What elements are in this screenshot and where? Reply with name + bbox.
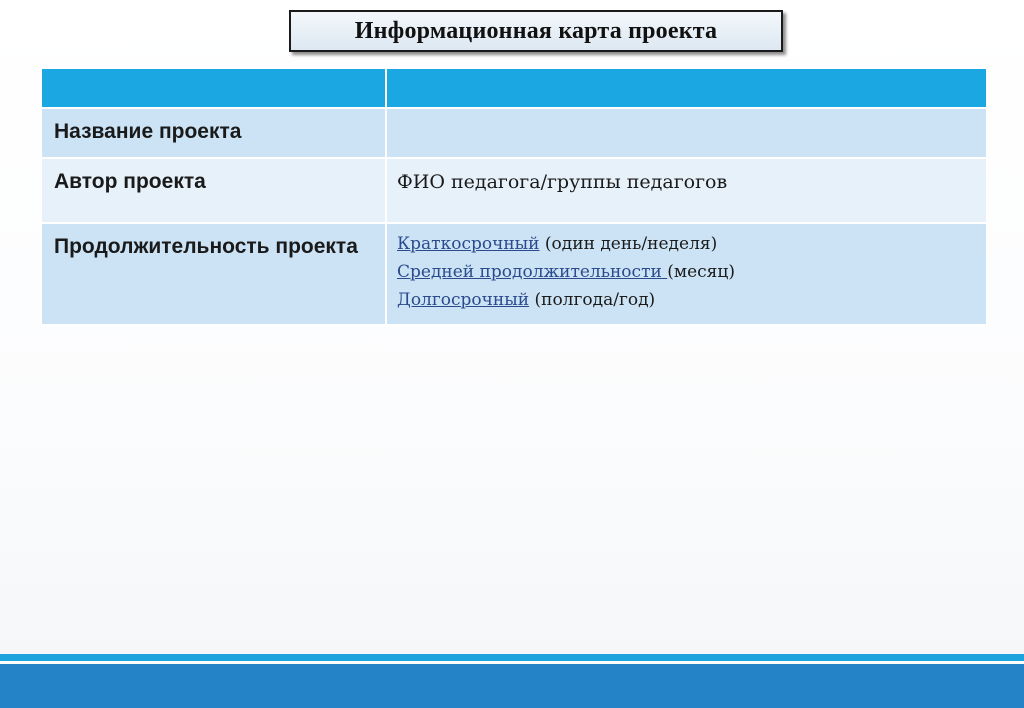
footer-bar xyxy=(0,654,1024,708)
title-box: Информационная карта проекта xyxy=(289,10,783,52)
footer-stripe-top xyxy=(0,654,1024,661)
project-duration-label: Продолжительность проекта xyxy=(54,235,358,258)
table-cell-value: ФИО педагога/группы педагогов xyxy=(385,157,988,224)
duration-link-short[interactable]: Краткосрочный xyxy=(397,234,540,254)
duration-note-long: (полгода/год) xyxy=(529,290,656,310)
duration-note-medium: (месяц) xyxy=(667,262,735,282)
project-author-value: ФИО педагога/группы педагогов xyxy=(397,171,728,193)
footer-stripe-main xyxy=(0,664,1024,708)
duration-option-medium: Средней продолжительности (месяц) xyxy=(397,258,976,286)
duration-option-short: Краткосрочный (один день/неделя) xyxy=(397,230,976,258)
table-header-cell-left xyxy=(40,67,387,109)
table-cell-label: Название проекта xyxy=(40,107,387,159)
table-row: Название проекта xyxy=(40,107,988,159)
duration-option-long: Долгосрочный (полгода/год) xyxy=(397,286,976,314)
table-header-row xyxy=(40,67,988,109)
project-author-label: Автор проекта xyxy=(54,170,206,193)
table-row: Автор проекта ФИО педагога/группы педаго… xyxy=(40,157,988,224)
table-row: Продолжительность проекта Краткосрочный … xyxy=(40,222,988,326)
duration-note-short: (один день/неделя) xyxy=(539,234,718,254)
project-name-value xyxy=(387,109,986,117)
table-cell-value xyxy=(385,107,988,159)
project-duration-options: Краткосрочный (один день/неделя) Средней… xyxy=(387,224,986,314)
slide-title: Информационная карта проекта xyxy=(354,17,718,44)
duration-link-long[interactable]: Долгосрочный xyxy=(397,290,529,310)
slide: Информационная карта проекта Название пр… xyxy=(0,0,1024,708)
project-info-table: Название проекта Автор проекта ФИО педаг… xyxy=(40,67,988,326)
table-cell-label: Продолжительность проекта xyxy=(40,222,387,326)
table-cell-label: Автор проекта xyxy=(40,157,387,224)
duration-link-medium[interactable]: Средней продолжительности xyxy=(397,262,667,282)
project-name-label: Название проекта xyxy=(54,120,242,143)
table-header-cell-right xyxy=(385,67,988,109)
table-cell-value: Краткосрочный (один день/неделя) Средней… xyxy=(385,222,988,326)
